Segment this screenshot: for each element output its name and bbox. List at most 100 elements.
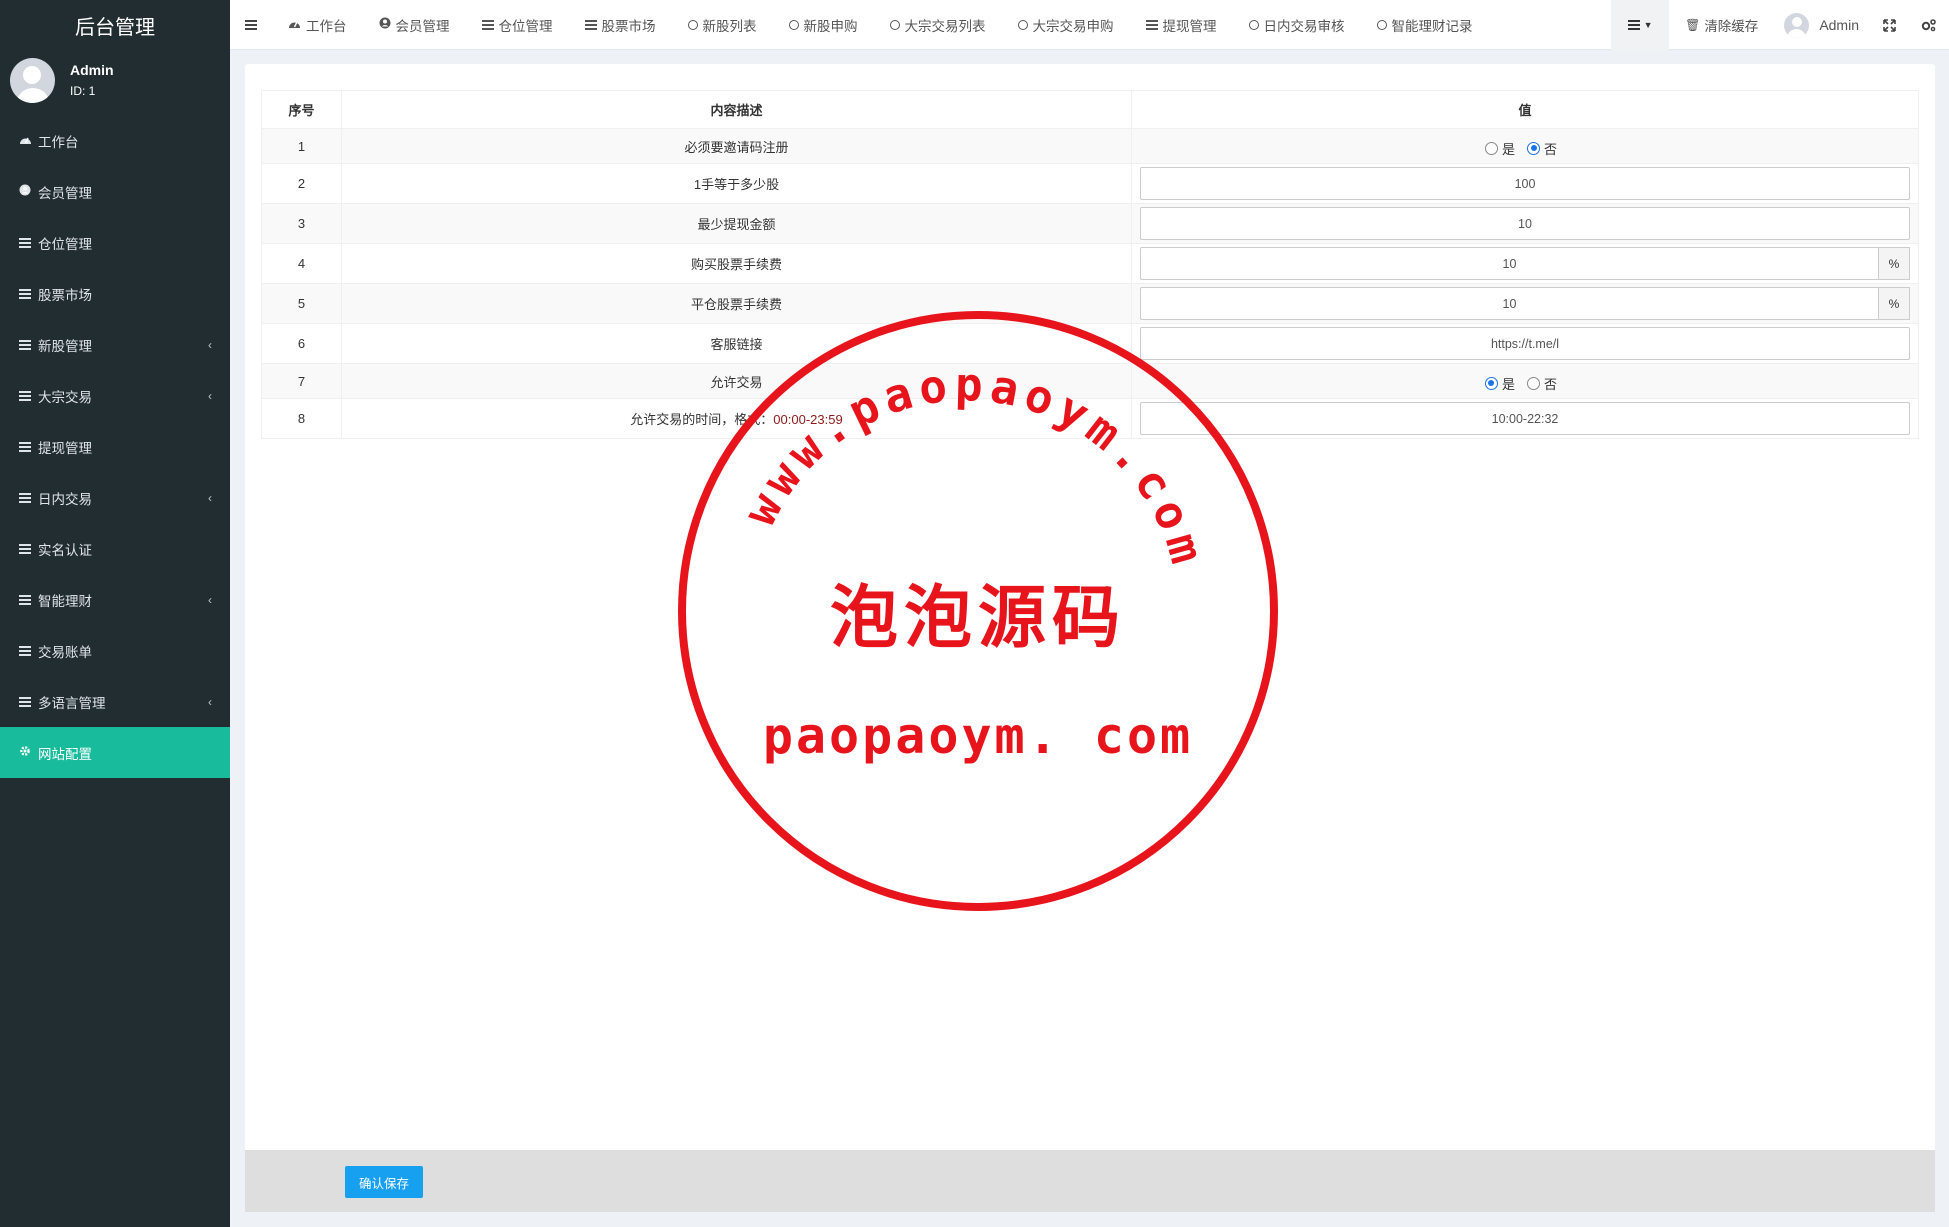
row-description-text: 1手等于多少股 (693, 177, 780, 192)
radio-yes[interactable] (1484, 376, 1498, 390)
sidebar-item-2[interactable]: 仓位管理 (0, 217, 230, 268)
tab-label: 工作台 (306, 18, 347, 34)
sidebar-item-label: 智能理财 (38, 593, 92, 609)
tab-7[interactable]: 大宗交易申购 (1002, 0, 1130, 50)
row-description-text: 购买股票手续费 (690, 257, 782, 272)
bars-icon (19, 594, 31, 605)
avatar (1784, 12, 1810, 38)
sidebar-item-1[interactable]: 会员管理 (0, 166, 230, 217)
radio-label[interactable]: 否 (1544, 139, 1557, 158)
radio-no[interactable] (1527, 376, 1540, 390)
sidebar-item-label: 多语言管理 (38, 695, 106, 711)
chevron-left-icon: ‹ (208, 389, 212, 403)
value-input[interactable]: 100 (1140, 167, 1910, 200)
sidebar-item-12[interactable]: 网站配置 (0, 727, 230, 778)
sidebar-item-0[interactable]: 工作台 (0, 115, 230, 166)
config-table: 序号 内容描述 值 1 必须要邀请码注册是否 2 1手等于多少股 100 3 最少提现金额 1… (261, 90, 1919, 439)
radio-yes[interactable] (1484, 141, 1498, 155)
radio-label[interactable]: 是 (1502, 374, 1515, 393)
clear-cache-button[interactable]: 🗑 清除缓存 (1669, 15, 1774, 35)
fullscreen-button[interactable] (1869, 0, 1909, 50)
tabs-dropdown-button[interactable]: ▼ (1611, 0, 1670, 50)
row-value: 10:00-22:32 (1131, 398, 1919, 439)
caret-down-icon: ▼ (1643, 20, 1653, 30)
value-input[interactable]: 10 (1140, 207, 1910, 240)
tab-8[interactable]: 提现管理 (1130, 0, 1233, 50)
tab-label: 新股申购 (803, 18, 858, 34)
clear-cache-label: 清除缓存 (1704, 19, 1759, 34)
radio-label[interactable]: 否 (1544, 374, 1557, 393)
sidebar-item-7[interactable]: 日内交易 ‹ (0, 472, 230, 523)
row-description: 允许交易的时间，格式：00:00-23:59 (341, 398, 1132, 439)
row-description: 必须要邀请码注册 (341, 128, 1132, 164)
tab-10[interactable]: 智能理财记录 (1361, 0, 1489, 50)
sidebar-item-4[interactable]: 新股管理 ‹ (0, 319, 230, 370)
row-description: 1手等于多少股 (341, 163, 1132, 204)
tab-0[interactable]: 工作台 (272, 0, 363, 50)
value-input[interactable]: 10 (1140, 287, 1878, 320)
radio-no[interactable] (1527, 141, 1540, 155)
value-input[interactable]: 10 (1140, 247, 1878, 280)
circle-icon (1248, 19, 1259, 30)
sidebar-item-5[interactable]: 大宗交易 ‹ (0, 370, 230, 421)
admin-menu[interactable]: Admin (1774, 12, 1869, 38)
row-description: 购买股票手续费 (341, 243, 1132, 284)
tab-2[interactable]: 仓位管理 (466, 0, 569, 50)
save-button[interactable]: 确认保存 (345, 1166, 423, 1198)
table-row: 5 平仓股票手续费 10% (261, 283, 1919, 324)
row-number: 7 (261, 363, 342, 399)
sidebar-item-3[interactable]: 股票市场 (0, 268, 230, 319)
sidebar-item-label: 工作台 (38, 134, 79, 150)
bars-icon (19, 237, 31, 248)
bars-icon (19, 288, 31, 299)
gears-icon (1921, 19, 1936, 32)
tab-4[interactable]: 新股列表 (672, 0, 773, 50)
circle-icon (687, 19, 698, 30)
col-header-no: 序号 (261, 90, 342, 129)
bars-icon (19, 645, 31, 656)
sidebar-item-11[interactable]: 多语言管理 ‹ (0, 676, 230, 727)
row-description: 客服链接 (341, 323, 1132, 364)
sidebar-toggle-button[interactable] (230, 0, 272, 50)
table-row: 4 购买股票手续费 10% (261, 243, 1919, 284)
sidebar-item-10[interactable]: 交易账单 (0, 625, 230, 676)
tab-label: 股票市场 (601, 18, 656, 34)
user-panel: Admin ID: 1 (0, 50, 230, 110)
tab-9[interactable]: 日内交易审核 (1233, 0, 1361, 50)
row-number: 2 (261, 163, 342, 204)
tab-1[interactable]: 会员管理 (363, 0, 466, 50)
tab-label: 仓位管理 (498, 18, 553, 34)
sidebar-item-8[interactable]: 实名认证 (0, 523, 230, 574)
row-description-text: 平仓股票手续费 (690, 297, 782, 312)
row-description-text: 最少提现金额 (697, 217, 776, 232)
row-value: https://t.me/l (1131, 323, 1919, 364)
dashboard-icon (288, 17, 301, 32)
sidebar-item-label: 股票市场 (38, 287, 92, 303)
sidebar-item-9[interactable]: 智能理财 ‹ (0, 574, 230, 625)
admin-name: Admin (1819, 17, 1859, 33)
row-value: 是否 (1131, 128, 1919, 164)
settings-button[interactable] (1909, 0, 1949, 50)
tab-label: 会员管理 (395, 18, 450, 34)
gear-icon (19, 745, 31, 760)
bars-icon (19, 492, 31, 503)
trash-icon: 🗑 (1685, 18, 1701, 32)
table-row: 8 允许交易的时间，格式：00:00-23:59 10:00-22:32 (261, 398, 1919, 439)
tab-bar: 工作台 会员管理 仓位管理 股票市场 新股列表 新股申购 大宗交易列表 大宗交易申购 提现管理 日… (272, 0, 1489, 50)
sidebar-item-label: 网站配置 (38, 746, 92, 762)
bars-icon (19, 441, 31, 452)
sidebar-item-6[interactable]: 提现管理 (0, 421, 230, 472)
value-input[interactable]: https://t.me/l (1140, 327, 1910, 360)
tab-6[interactable]: 大宗交易列表 (874, 0, 1002, 50)
value-input[interactable]: 10:00-22:32 (1140, 402, 1910, 435)
row-description-text: 允许交易的时间，格式： (630, 412, 774, 427)
tab-5[interactable]: 新股申购 (773, 0, 874, 50)
brand-title[interactable]: 后台管理 (0, 0, 230, 50)
row-description: 平仓股票手续费 (341, 283, 1132, 324)
row-number: 5 (261, 283, 342, 324)
tab-3[interactable]: 股票市场 (569, 0, 672, 50)
value-input-group: 10% (1140, 247, 1910, 280)
percent-addon: % (1878, 247, 1910, 280)
avatar (10, 57, 55, 103)
radio-label[interactable]: 是 (1502, 139, 1515, 158)
